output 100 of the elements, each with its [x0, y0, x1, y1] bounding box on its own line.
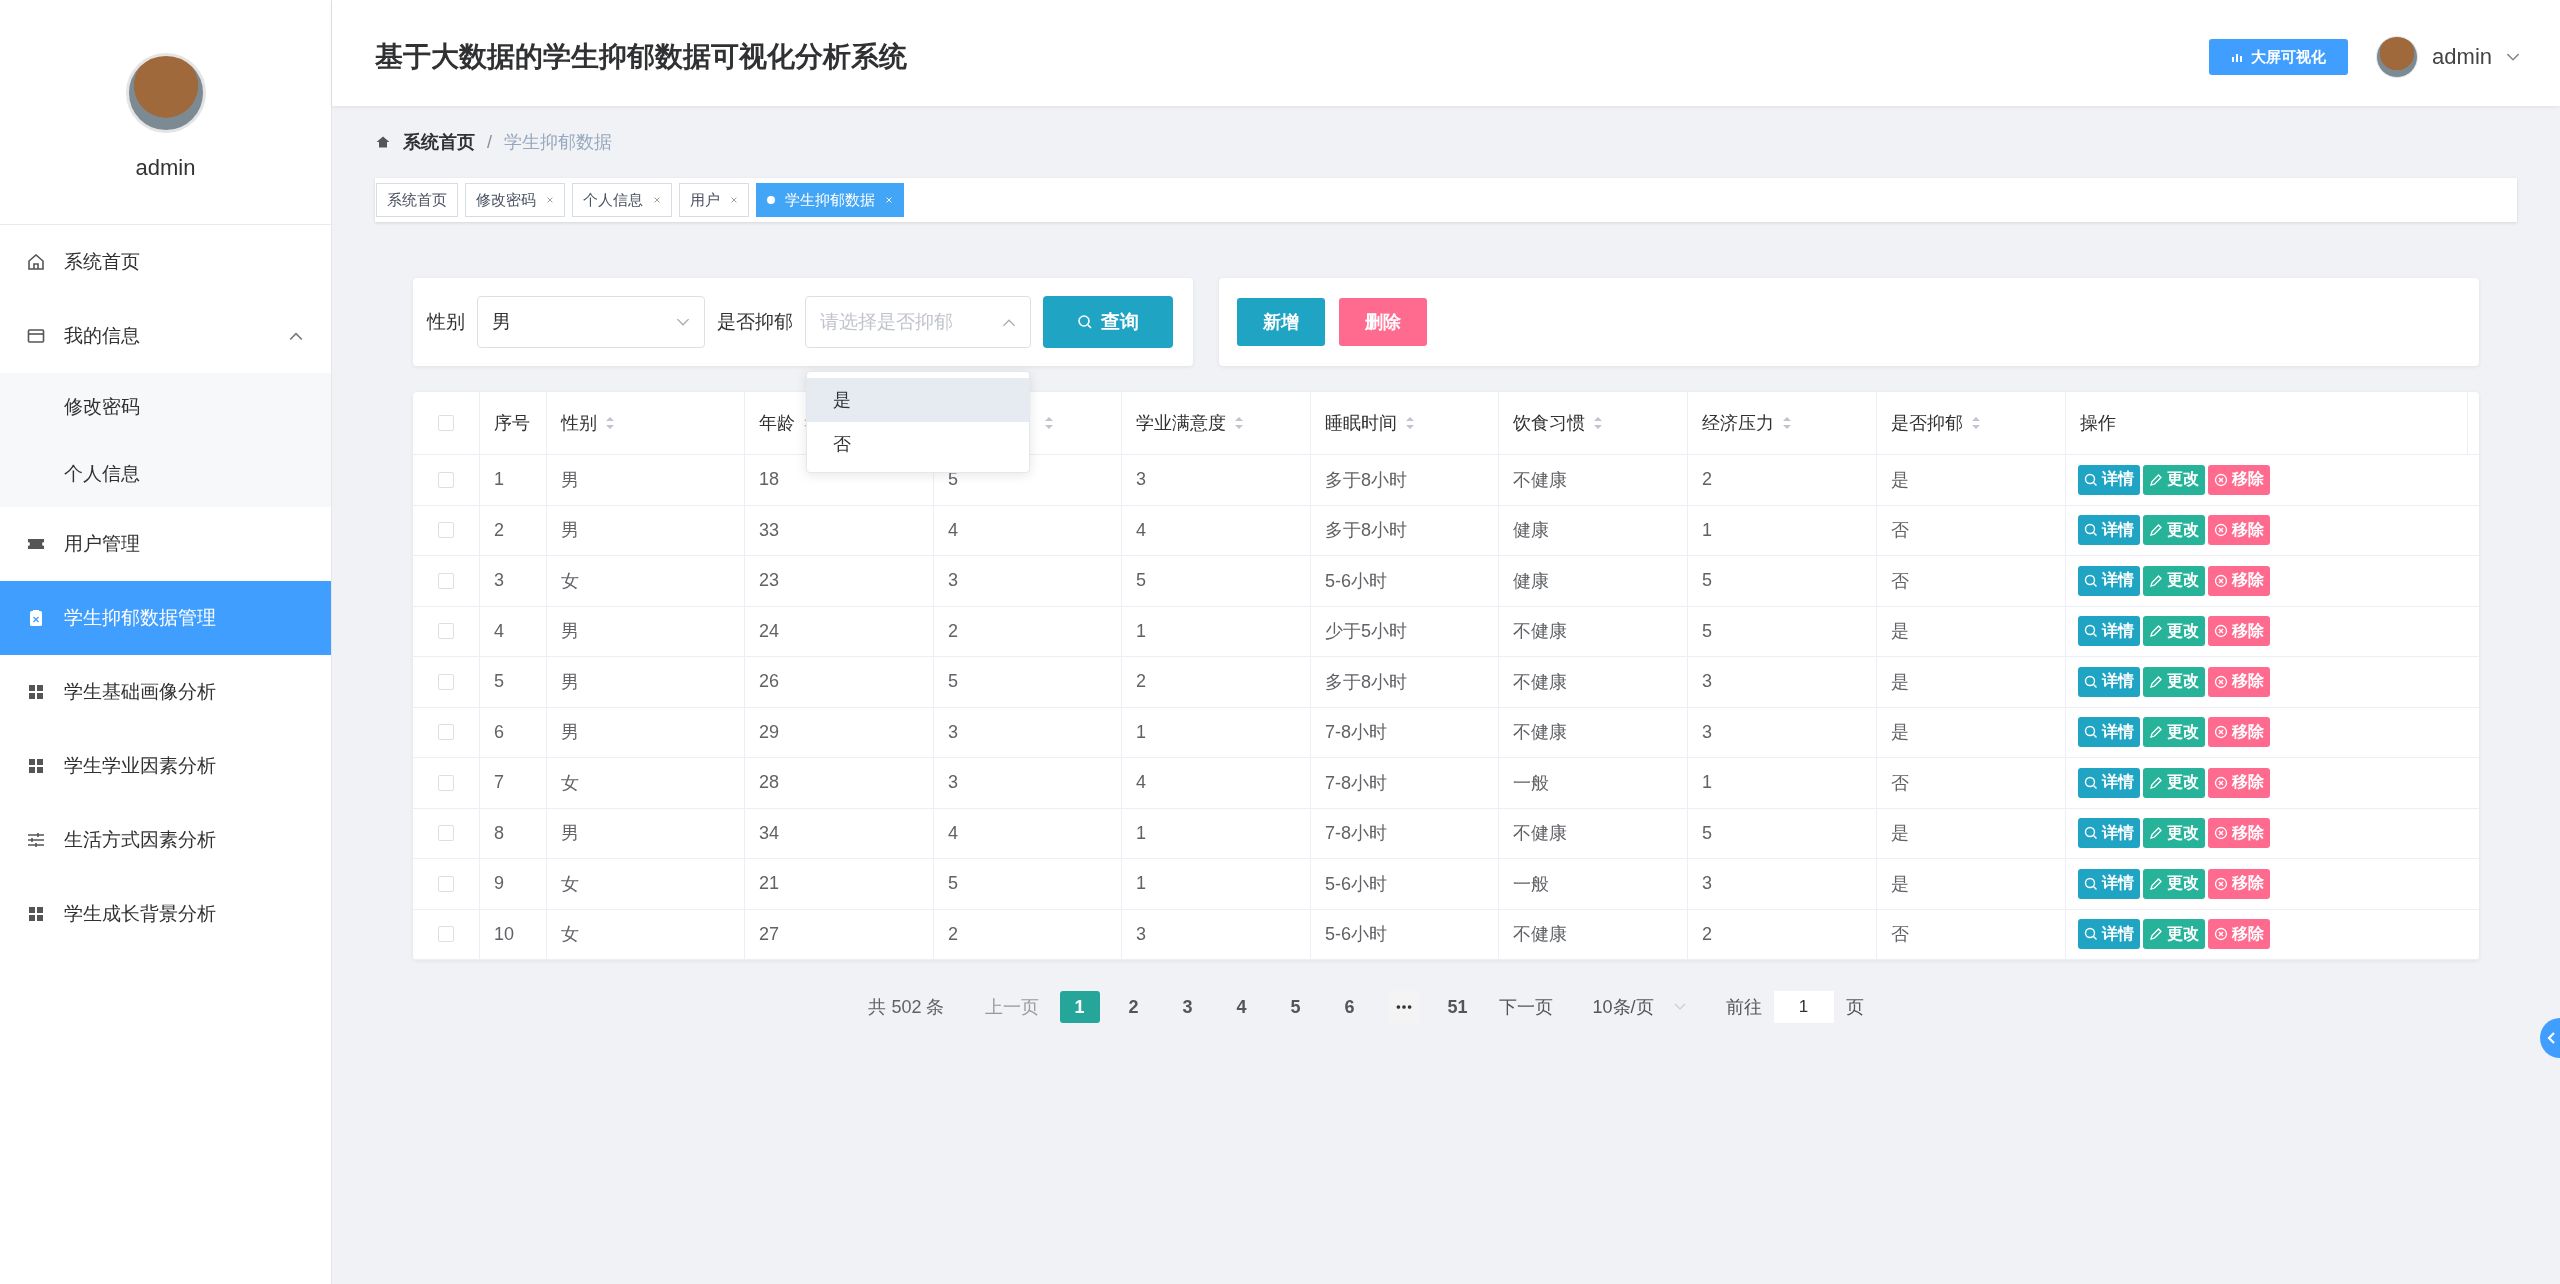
- edit-button[interactable]: 更改: [2143, 464, 2205, 495]
- menu-item[interactable]: 学生抑郁数据管理: [0, 581, 331, 655]
- column-header: 睡眠时间: [1325, 412, 1397, 435]
- detail-button[interactable]: 详情: [2078, 515, 2140, 546]
- checkbox[interactable]: [438, 825, 454, 842]
- menu-item[interactable]: 用户管理: [0, 507, 331, 581]
- detail-button[interactable]: 详情: [2078, 818, 2140, 849]
- close-circle-icon: [2214, 927, 2228, 942]
- checkbox[interactable]: [438, 774, 454, 791]
- checkbox[interactable]: [438, 572, 454, 589]
- sort-icon[interactable]: [605, 416, 615, 430]
- edit-button[interactable]: 更改: [2143, 515, 2205, 546]
- remove-button[interactable]: 移除: [2208, 767, 2270, 798]
- checkbox[interactable]: [438, 926, 454, 943]
- checkbox[interactable]: [438, 724, 454, 741]
- submenu-item[interactable]: 修改密码: [0, 373, 331, 440]
- detail-button[interactable]: 详情: [2078, 616, 2140, 647]
- checkbox[interactable]: [438, 875, 454, 892]
- remove-button[interactable]: 移除: [2208, 565, 2270, 596]
- table-cell-text: 一般: [1513, 872, 1549, 896]
- table-cell: 29: [759, 721, 780, 743]
- checkbox[interactable]: [438, 415, 454, 431]
- remove-button[interactable]: 移除: [2208, 717, 2270, 748]
- close-icon[interactable]: [546, 196, 554, 204]
- delete-button[interactable]: 删除: [1339, 298, 1427, 346]
- page-button[interactable]: 2: [1113, 991, 1154, 1023]
- detail-button[interactable]: 详情: [2078, 868, 2140, 899]
- collapse-handle-icon[interactable]: [2540, 1018, 2560, 1058]
- menu-item[interactable]: 系统首页: [0, 225, 331, 299]
- page-input[interactable]: 1: [1773, 991, 1834, 1023]
- edit-button[interactable]: 更改: [2143, 666, 2205, 697]
- table-cell: 2: [948, 620, 958, 642]
- tab[interactable]: 个人信息: [572, 183, 672, 217]
- menu-item[interactable]: 学生成长背景分析: [0, 877, 331, 951]
- search-button[interactable]: 查询: [1043, 296, 1173, 348]
- sort-icon[interactable]: [1044, 416, 1054, 430]
- dropdown-option[interactable]: 是: [807, 378, 1029, 422]
- edit-button[interactable]: 更改: [2143, 818, 2205, 849]
- table-cell-text: 男: [561, 670, 579, 694]
- menu-item[interactable]: 学生基础画像分析: [0, 655, 331, 729]
- sort-icon[interactable]: [1405, 416, 1415, 430]
- caret-icon: [1673, 1003, 1686, 1011]
- checkbox[interactable]: [438, 673, 454, 690]
- checkbox[interactable]: [438, 522, 454, 539]
- select-field[interactable]: 男: [477, 296, 705, 348]
- remove-button[interactable]: 移除: [2208, 818, 2270, 849]
- menu-item[interactable]: 我的信息: [0, 299, 331, 373]
- tab[interactable]: 用户: [679, 183, 749, 217]
- page-button[interactable]: 3: [1167, 991, 1208, 1023]
- table-cell-text: 多于8小时: [1325, 468, 1407, 492]
- menu-item[interactable]: 生活方式因素分析: [0, 803, 331, 877]
- sort-icon[interactable]: [1971, 416, 1981, 430]
- remove-button[interactable]: 移除: [2208, 515, 2270, 546]
- sort-icon[interactable]: [1234, 416, 1244, 430]
- edit-button[interactable]: 更改: [2143, 919, 2205, 950]
- remove-button[interactable]: 移除: [2208, 616, 2270, 647]
- edit-button[interactable]: 更改: [2143, 565, 2205, 596]
- page-button[interactable]: 1: [1059, 991, 1100, 1023]
- jump-label: 前往: [1725, 996, 1762, 1019]
- page-size-select[interactable]: 10条/页: [1592, 995, 1686, 1019]
- detail-button[interactable]: 详情: [2078, 565, 2140, 596]
- table-cell: 23: [759, 570, 780, 592]
- edit-button[interactable]: 更改: [2143, 717, 2205, 748]
- close-icon[interactable]: [730, 196, 738, 204]
- detail-button[interactable]: 详情: [2078, 464, 2140, 495]
- detail-button[interactable]: 详情: [2078, 717, 2140, 748]
- page-button[interactable]: 51: [1437, 991, 1478, 1023]
- column-header: 学业满意度: [1136, 412, 1226, 435]
- submenu-item[interactable]: 个人信息: [0, 440, 331, 507]
- detail-button[interactable]: 详情: [2078, 919, 2140, 950]
- page-button[interactable]: 4: [1221, 991, 1262, 1023]
- sort-icon[interactable]: [1593, 416, 1603, 430]
- menu-item[interactable]: 学生学业因素分析: [0, 729, 331, 803]
- dropdown-option[interactable]: 否: [807, 422, 1029, 466]
- remove-button[interactable]: 移除: [2208, 868, 2270, 899]
- checkbox[interactable]: [438, 623, 454, 640]
- tab[interactable]: 系统首页: [376, 183, 458, 217]
- remove-button[interactable]: 移除: [2208, 666, 2270, 697]
- sort-icon[interactable]: [1782, 416, 1792, 430]
- edit-button[interactable]: 更改: [2143, 767, 2205, 798]
- next-page-button[interactable]: 下一页: [1498, 995, 1553, 1019]
- checkbox[interactable]: [438, 471, 454, 488]
- table-cell-text: 否: [1891, 923, 1909, 947]
- detail-button[interactable]: 详情: [2078, 666, 2140, 697]
- edit-button[interactable]: 更改: [2143, 616, 2205, 647]
- table-cell-text: 7-8小时: [1325, 822, 1387, 846]
- page-button[interactable]: 6: [1329, 991, 1370, 1023]
- avatar[interactable]: [2376, 36, 2419, 78]
- edit-button[interactable]: 更改: [2143, 868, 2205, 899]
- dashboard-button[interactable]: 大屏可视化: [2209, 39, 2349, 75]
- tab[interactable]: 修改密码: [465, 183, 565, 217]
- close-icon[interactable]: [653, 196, 661, 204]
- page-button[interactable]: 5: [1275, 991, 1316, 1023]
- detail-button[interactable]: 详情: [2078, 767, 2140, 798]
- tab[interactable]: 学生抑郁数据: [756, 183, 904, 217]
- remove-button[interactable]: 移除: [2208, 919, 2270, 950]
- remove-button[interactable]: 移除: [2208, 464, 2270, 495]
- breadcrumb-item[interactable]: 系统首页: [403, 130, 475, 154]
- add-button[interactable]: 新增: [1237, 298, 1325, 346]
- user-menu[interactable]: admin: [2432, 44, 2492, 70]
